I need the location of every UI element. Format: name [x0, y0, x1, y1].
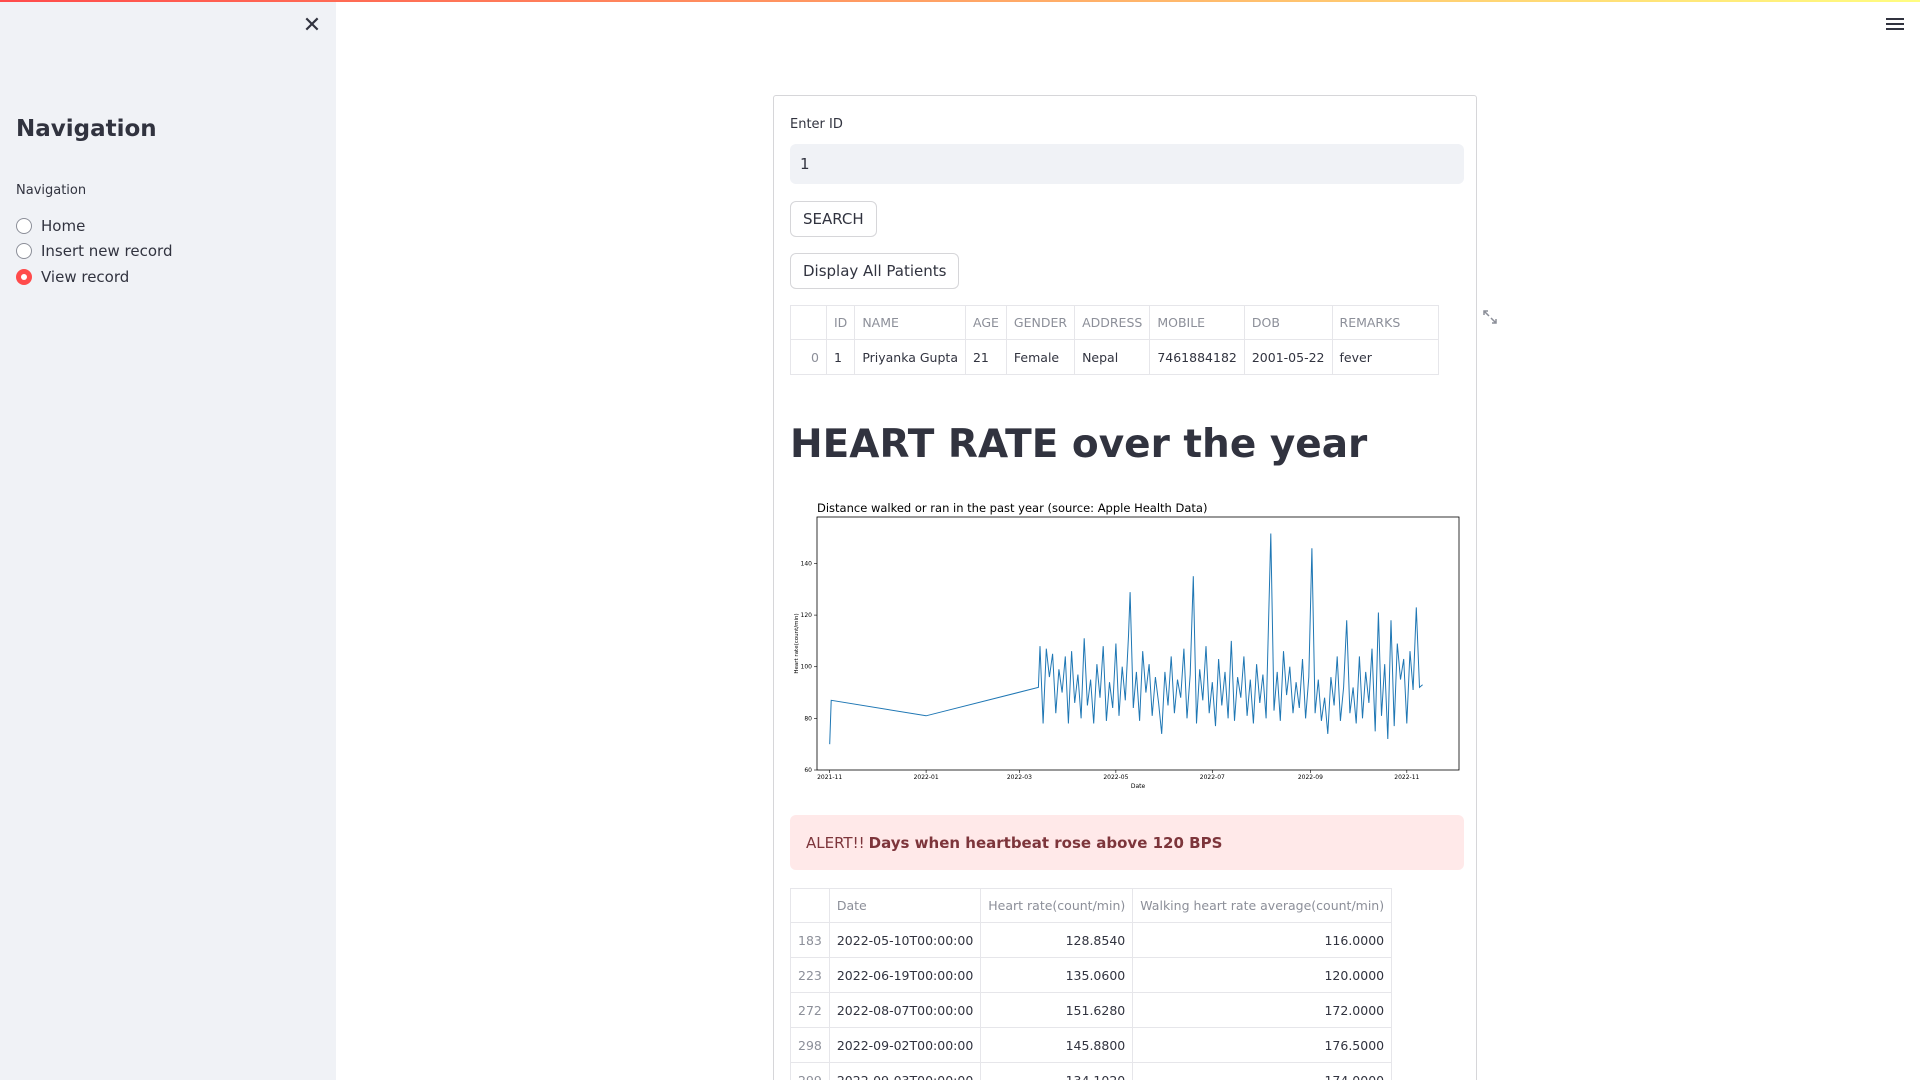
- cell-address: Nepal: [1074, 339, 1151, 375]
- cell-walking-average: 120.0000: [1132, 957, 1393, 993]
- column-header[interactable]: Heart rate(count/min): [980, 888, 1134, 923]
- cell-date: 2022-09-03T00:00:00: [828, 1062, 982, 1080]
- heart-rate-series-line: [829, 533, 1423, 745]
- cell-date: 2022-06-19T00:00:00: [828, 957, 982, 993]
- page-title: HEART RATE over the year: [790, 422, 1368, 467]
- column-header[interactable]: Date: [828, 888, 982, 923]
- close-icon[interactable]: ✕: [299, 14, 325, 40]
- sidebar: ✕ Navigation Navigation Home Insert new …: [0, 0, 336, 1080]
- y-tick-label: 120: [801, 612, 813, 619]
- alert-prefix: ALERT!!: [806, 833, 865, 852]
- column-header[interactable]: ID: [825, 305, 856, 340]
- search-button[interactable]: SEARCH: [790, 201, 877, 237]
- cell-date: 2022-05-10T00:00:00: [828, 922, 982, 958]
- chart-frame: [816, 516, 1460, 771]
- y-tick-label: 60: [804, 767, 812, 774]
- cell-dob: 2001-05-22: [1243, 339, 1333, 375]
- row-index: 272: [790, 992, 830, 1028]
- x-tick-label: 2022-11: [1394, 774, 1419, 781]
- main-content-card: Enter ID SEARCH Display All Patients ID …: [773, 95, 1477, 1080]
- x-tick-label: 2022-03: [1007, 774, 1032, 781]
- x-tick-label: 2021-11: [817, 774, 842, 781]
- y-axis-label: Heart rate(count/min): [794, 613, 800, 673]
- radio-circle-icon: [16, 243, 32, 260]
- cell-id: 1: [825, 339, 856, 375]
- cell-walking-average: 172.0000: [1132, 992, 1393, 1028]
- cell-age: 21: [964, 339, 1007, 375]
- radio-label-view: View record: [41, 267, 130, 286]
- radio-label-home: Home: [41, 216, 86, 235]
- column-header[interactable]: MOBILE: [1149, 305, 1245, 340]
- cell-heart-rate: 145.8800: [980, 1027, 1134, 1063]
- table-row: 183 2022-05-10T00:00:00 128.8540 116.000…: [790, 922, 1393, 958]
- column-header[interactable]: DOB: [1243, 305, 1333, 340]
- navigation-radio-group: Home Insert new record View record: [16, 213, 172, 290]
- row-index: 0: [790, 339, 827, 375]
- top-decoration-bar: [0, 0, 1920, 2]
- row-index: 299: [790, 1062, 830, 1080]
- column-header[interactable]: [790, 888, 830, 923]
- hamburger-menu-icon[interactable]: [1886, 18, 1904, 32]
- x-tick-label: 2022-07: [1200, 774, 1225, 781]
- cell-date: 2022-09-02T00:00:00: [828, 1027, 982, 1063]
- x-tick-label: 2022-01: [914, 774, 939, 781]
- enter-id-label: Enter ID: [790, 117, 843, 132]
- sidebar-title: Navigation: [16, 116, 157, 142]
- row-index: 298: [790, 1027, 830, 1063]
- column-header[interactable]: NAME: [854, 305, 966, 340]
- heart-rate-chart: Distance walked or ran in the past year …: [790, 502, 1462, 800]
- x-axis-label: Date: [1131, 783, 1146, 790]
- cell-gender: Female: [1005, 339, 1076, 375]
- radio-selected-icon: [16, 268, 32, 285]
- radio-view-record[interactable]: View record: [16, 264, 172, 290]
- table-row: 299 2022-09-03T00:00:00 134.1020 174.000…: [790, 1062, 1393, 1080]
- table-row: 223 2022-06-19T00:00:00 135.0600 120.000…: [790, 957, 1393, 993]
- radio-insert-new-record[interactable]: Insert new record: [16, 239, 172, 265]
- column-header[interactable]: [790, 305, 827, 340]
- chart-svg: Distance walked or ran in the past year …: [794, 502, 1460, 790]
- row-index: 223: [790, 957, 830, 993]
- display-all-patients-button[interactable]: Display All Patients: [790, 253, 960, 289]
- column-header[interactable]: AGE: [964, 305, 1007, 340]
- alert-message: Days when heartbeat rose above 120 BPS: [868, 833, 1223, 852]
- cell-walking-average: 174.0000: [1132, 1062, 1393, 1080]
- table-row: 0 1 Priyanka Gupta 21 Female Nepal 74618…: [790, 339, 1439, 375]
- cell-heart-rate: 128.8540: [980, 922, 1134, 958]
- column-header[interactable]: ADDRESS: [1074, 305, 1151, 340]
- radio-label-insert: Insert new record: [41, 242, 173, 261]
- cell-heart-rate: 135.0600: [980, 957, 1134, 993]
- cell-mobile: 7461884182: [1149, 339, 1245, 375]
- id-input[interactable]: [790, 144, 1464, 184]
- table-header-row: Date Heart rate(count/min) Walking heart…: [790, 888, 1393, 923]
- table-header-row: ID NAME AGE GENDER ADDRESS MOBILE DOB RE…: [790, 305, 1439, 340]
- row-index: 183: [790, 922, 830, 958]
- cell-heart-rate: 134.1020: [980, 1062, 1134, 1080]
- cell-heart-rate: 151.6280: [980, 992, 1134, 1028]
- radio-group-label: Navigation: [16, 183, 87, 198]
- table-row: 298 2022-09-02T00:00:00 145.8800 176.500…: [790, 1027, 1393, 1063]
- x-tick-label: 2022-05: [1103, 774, 1128, 781]
- column-header[interactable]: Walking heart rate average(count/min): [1132, 888, 1393, 923]
- patient-table: ID NAME AGE GENDER ADDRESS MOBILE DOB RE…: [790, 305, 1439, 375]
- column-header[interactable]: REMARKS: [1331, 305, 1439, 340]
- column-header[interactable]: GENDER: [1005, 305, 1076, 340]
- y-tick-label: 140: [801, 560, 813, 567]
- cell-walking-average: 116.0000: [1132, 922, 1393, 958]
- chart-title: Distance walked or ran in the past year …: [817, 502, 1207, 515]
- cell-date: 2022-08-07T00:00:00: [828, 992, 982, 1028]
- radio-home[interactable]: Home: [16, 213, 172, 239]
- y-tick-label: 80: [804, 715, 812, 722]
- radio-circle-icon: [16, 217, 32, 234]
- cell-remarks: fever: [1331, 339, 1439, 375]
- x-tick-label: 2022-09: [1298, 774, 1323, 781]
- fullscreen-icon[interactable]: [1482, 309, 1500, 327]
- cell-walking-average: 176.5000: [1132, 1027, 1393, 1063]
- cell-name: Priyanka Gupta: [854, 339, 966, 375]
- y-tick-label: 100: [801, 664, 813, 671]
- alert-days-table: Date Heart rate(count/min) Walking heart…: [790, 888, 1393, 1080]
- alert-banner: ALERT!! Days when heartbeat rose above 1…: [790, 815, 1464, 870]
- table-row: 272 2022-08-07T00:00:00 151.6280 172.000…: [790, 992, 1393, 1028]
